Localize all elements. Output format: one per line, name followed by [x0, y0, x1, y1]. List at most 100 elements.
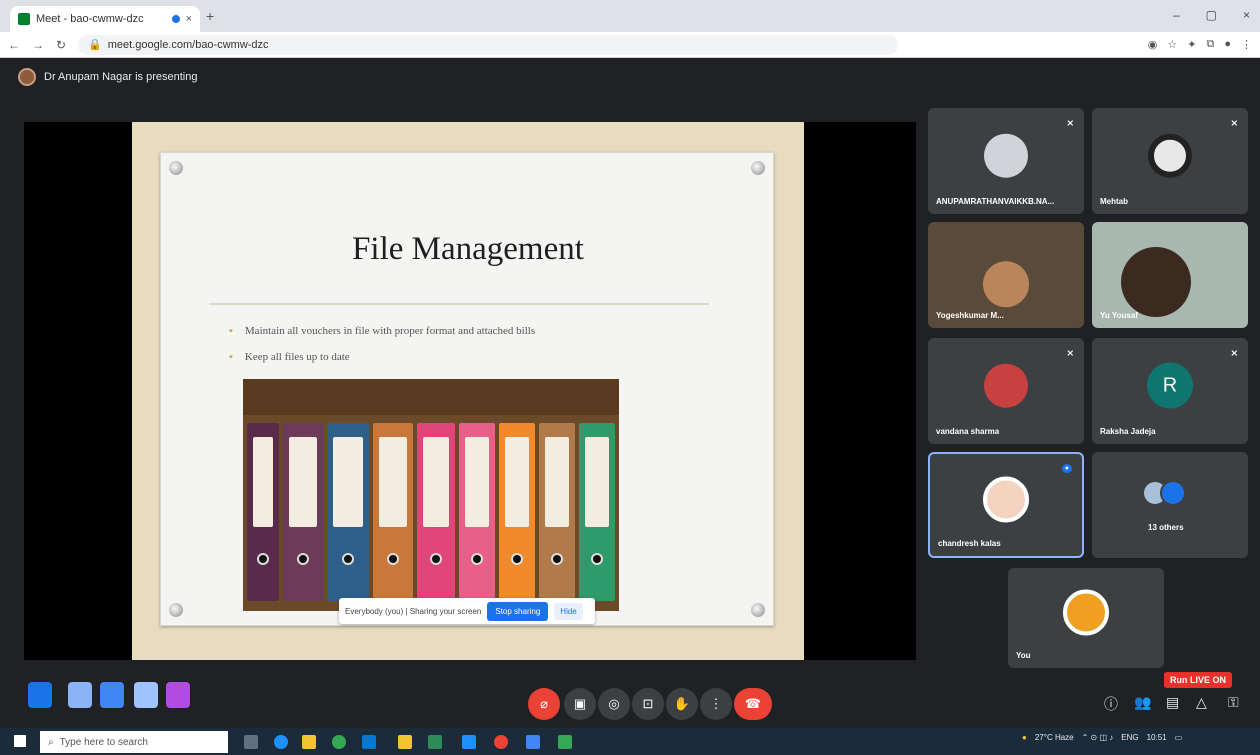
task-view-icon[interactable] — [244, 735, 258, 749]
recording-badge: Run LIVE ON — [1164, 672, 1232, 688]
app-icon[interactable] — [462, 735, 476, 749]
edge-icon[interactable] — [274, 735, 288, 749]
participant-initial-avatar: R — [1147, 362, 1193, 409]
clock[interactable]: 10:51 — [1147, 733, 1167, 742]
address-bar-row: ← → ↻ 🔒 meet.google.com/bao-cwmw-dzc ◉ ☆… — [0, 32, 1260, 58]
profile-icon[interactable]: ● — [1224, 38, 1231, 51]
participant-video — [984, 363, 1028, 408]
mic-off-icon: ⨯ — [1230, 348, 1238, 358]
file-explorer-icon[interactable] — [302, 735, 316, 749]
activities-icon[interactable]: △ — [1196, 694, 1207, 711]
participant-video — [983, 261, 1029, 308]
binder — [247, 423, 279, 601]
tray-icons[interactable]: ⌃ ⊙ ◫ ♪ — [1082, 733, 1114, 742]
reload-icon[interactable]: ↻ — [56, 38, 66, 52]
url-field[interactable]: 🔒 meet.google.com/bao-cwmw-dzc — [78, 34, 899, 55]
minimize-button[interactable]: – — [1173, 8, 1180, 22]
app-icon[interactable] — [398, 735, 412, 749]
mic-toggle-button[interactable]: ⌀ — [528, 688, 560, 720]
participant-tile[interactable]: Yu Yousaf — [1092, 222, 1248, 328]
binder — [539, 423, 575, 601]
camera-icon[interactable]: ◉ — [1148, 38, 1158, 51]
tab-meet[interactable]: Meet - bao-cwmw-dzc × — [10, 6, 200, 32]
participant-avatar — [983, 476, 1029, 523]
bullet-text: Keep all files up to date — [244, 351, 350, 363]
notifications-icon[interactable]: ▭ — [1175, 733, 1183, 742]
bullet-text: Maintain all vouchers in file with prope… — [244, 325, 536, 337]
shelf-board — [243, 379, 619, 415]
participant-tile[interactable]: Yogeshkumar M... — [928, 222, 1084, 328]
system-tray: ● 27°C Haze ⌃ ⊙ ◫ ♪ ENG 10:51 ▭ — [1022, 733, 1182, 742]
bullet-icon: ▪ — [229, 351, 233, 363]
binders-photo — [243, 379, 619, 611]
language-indicator[interactable]: ENG — [1121, 733, 1138, 742]
meet-favicon — [18, 13, 30, 25]
app-icon[interactable] — [166, 682, 190, 708]
leave-call-button[interactable]: ☎ — [734, 688, 772, 720]
recording-dot-icon — [171, 15, 180, 23]
raise-hand-button[interactable]: ✋ — [666, 688, 698, 720]
others-tile[interactable]: 13 others — [1092, 452, 1248, 558]
app-icon[interactable] — [526, 735, 540, 749]
star-icon[interactable]: ☆ — [1167, 38, 1177, 51]
puzzle-icon[interactable]: ⧉ — [1206, 38, 1214, 51]
people-icon[interactable]: 👥 — [1134, 694, 1151, 711]
app-icon[interactable] — [100, 682, 124, 708]
camera-toggle-button[interactable]: ▣ — [564, 688, 596, 720]
more-options-button[interactable]: ⋮ — [700, 688, 732, 720]
app-icon[interactable] — [362, 735, 376, 749]
participant-tile-active[interactable]: ● chandresh kalas — [928, 452, 1084, 558]
chat-icon[interactable]: ▤ — [1166, 694, 1179, 711]
taskbar-search[interactable]: ⌕ Type here to search — [40, 731, 228, 753]
info-icon[interactable]: ⓘ — [1104, 694, 1118, 714]
binder — [283, 423, 323, 601]
app-icon[interactable] — [134, 682, 158, 708]
url-text: meet.google.com/bao-cwmw-dzc — [107, 38, 269, 51]
participant-name: Yu Yousaf — [1100, 311, 1138, 320]
chrome-icon[interactable] — [332, 735, 346, 749]
app-icon[interactable] — [68, 682, 92, 708]
extension-icons: ◉ ☆ ✦ ⧉ ● ⋮ — [1148, 38, 1252, 51]
participant-tile[interactable]: ⨯ vandana sharma — [928, 338, 1084, 444]
lock-icon[interactable]: ⚿ — [1228, 694, 1239, 711]
bullet-icon: ▪ — [229, 325, 233, 337]
windows-start-icon[interactable] — [14, 735, 26, 747]
presenting-text: Dr Anupam Nagar is presenting — [44, 71, 198, 83]
back-icon[interactable]: ← — [8, 38, 20, 52]
self-tile[interactable]: You — [1008, 568, 1164, 668]
captions-button[interactable]: ◎ — [598, 688, 630, 720]
close-tab-icon[interactable]: × — [186, 13, 192, 25]
weather-icon: ● — [1022, 733, 1027, 742]
presenter-avatar — [18, 68, 36, 86]
close-window-button[interactable]: × — [1243, 8, 1250, 22]
pin-icon — [751, 161, 765, 175]
self-name: You — [1016, 651, 1031, 660]
window-controls: – ▢ × — [1173, 8, 1250, 22]
participant-tile[interactable]: ⨯ ANUPAMRATHANVAIKKB.NA... — [928, 108, 1084, 214]
mic-off-icon: ⨯ — [1066, 118, 1074, 128]
participant-video — [1121, 247, 1191, 317]
maximize-button[interactable]: ▢ — [1206, 8, 1217, 22]
present-button[interactable]: ⊡ — [632, 688, 664, 720]
app-icon[interactable] — [28, 682, 52, 708]
tab-title: Meet - bao-cwmw-dzc — [36, 13, 144, 25]
extension-icon[interactable]: ✦ — [1187, 38, 1196, 51]
binder — [373, 423, 413, 601]
app-icon[interactable] — [558, 735, 572, 749]
forward-icon[interactable]: → — [32, 38, 44, 52]
speaking-icon: ● — [1061, 464, 1072, 473]
stop-sharing-button[interactable]: Stop sharing — [487, 601, 549, 621]
participant-name: vandana sharma — [936, 427, 1000, 436]
mic-off-icon: ⨯ — [1230, 118, 1238, 128]
participant-name: Yogeshkumar M... — [936, 311, 1004, 320]
weather-text: 27°C Haze — [1034, 733, 1074, 742]
menu-icon[interactable]: ⋮ — [1241, 38, 1252, 51]
participant-tile[interactable]: ⨯ Mehtab — [1092, 108, 1248, 214]
participant-tile[interactable]: R ⨯ Raksha Jadeja — [1092, 338, 1248, 444]
new-tab-button[interactable]: + — [206, 8, 214, 24]
app-icon[interactable] — [494, 735, 508, 749]
binder — [459, 423, 495, 601]
avatar — [1160, 480, 1186, 506]
app-icon[interactable] — [428, 735, 442, 749]
hide-button[interactable]: Hide — [554, 602, 583, 620]
